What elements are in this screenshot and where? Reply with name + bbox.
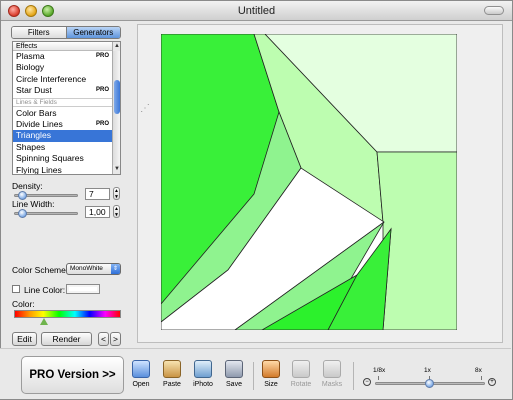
iphoto-icon xyxy=(194,360,212,378)
line-width-stepper[interactable]: ▲ ▼ xyxy=(113,205,120,218)
size-button[interactable]: Size xyxy=(256,360,286,388)
generator-list: Effects Plasma PRO Biology Circle Interfe… xyxy=(12,41,121,175)
previous-button[interactable]: < xyxy=(98,332,109,346)
toolbar-divider xyxy=(253,362,254,390)
preview-canvas[interactable] xyxy=(161,34,457,330)
list-separator-lines-fields: Lines & Fields xyxy=(13,97,112,107)
masks-button[interactable]: Masks xyxy=(317,360,347,388)
list-item-flying-lines[interactable]: Flying Lines xyxy=(13,164,112,175)
list-section-header: Effects xyxy=(13,42,112,51)
rotate-button[interactable]: Rotate xyxy=(286,360,316,388)
color-gradient-bar[interactable] xyxy=(14,310,121,318)
next-button[interactable]: > xyxy=(110,332,121,346)
save-icon xyxy=(225,360,243,378)
mode-segmented-control: Filters Generators xyxy=(11,26,121,39)
gradient-stop-marker[interactable] xyxy=(40,318,48,325)
size-icon xyxy=(262,360,280,378)
line-width-field[interactable]: 1,00 xyxy=(85,206,110,218)
color-scheme-label: Color Scheme: xyxy=(12,265,69,275)
list-item-divide-lines[interactable]: Divide Lines PRO xyxy=(13,119,112,130)
list-item-label: Color Bars xyxy=(16,107,57,118)
window-title: Untitled xyxy=(237,5,276,17)
list-scrollbar[interactable]: ▲ ▼ xyxy=(112,42,120,174)
line-width-label: Line Width: xyxy=(12,199,55,209)
tool-label: Masks xyxy=(321,381,343,388)
line-width-slider-knob[interactable] xyxy=(18,209,27,218)
list-item-triangles[interactable]: Triangles xyxy=(13,130,112,142)
color-label: Color: xyxy=(12,299,35,309)
zoom-max-label: 8x xyxy=(475,367,482,374)
splitter-grip-icon[interactable]: ⋰ xyxy=(140,103,150,114)
list-item-label: Circle Interference xyxy=(16,73,87,84)
paste-icon xyxy=(163,360,181,378)
zoom-min-label: 1/8x xyxy=(373,367,386,374)
list-item-label: Star Dust xyxy=(16,85,52,96)
zoom-tick xyxy=(481,376,482,380)
list-item-color-bars[interactable]: Color Bars xyxy=(13,108,112,119)
list-item-label: Biology xyxy=(16,62,45,73)
scroll-down-icon[interactable]: ▼ xyxy=(113,165,120,174)
scroll-up-icon[interactable]: ▲ xyxy=(113,42,120,51)
toolbar-divider xyxy=(353,362,354,390)
line-color-label: Line Color: xyxy=(24,285,66,295)
paste-button[interactable]: Paste xyxy=(157,360,187,388)
list-item-star-dust[interactable]: Star Dust PRO xyxy=(13,85,112,96)
tool-label: Save xyxy=(226,381,242,388)
zoom-mid-label: 1x xyxy=(424,367,431,374)
density-stepper[interactable]: ▲ ▼ xyxy=(113,187,120,200)
list-item-plasma[interactable]: Plasma PRO xyxy=(13,51,112,62)
tab-filters[interactable]: Filters xyxy=(12,27,66,38)
rotate-icon xyxy=(292,360,310,378)
list-item-spinning-squares[interactable]: Spinning Squares xyxy=(13,153,112,164)
iphoto-button[interactable]: iPhoto xyxy=(188,360,218,388)
tab-generators[interactable]: Generators xyxy=(65,27,120,38)
list-item-label: Triangles xyxy=(16,130,52,141)
title-bar[interactable]: Untitled xyxy=(1,1,512,21)
chevron-updown-icon: ⇕ xyxy=(111,264,120,274)
pro-badge: PRO xyxy=(95,120,109,127)
pro-badge: PRO xyxy=(95,53,109,59)
open-button[interactable]: Open xyxy=(126,360,156,388)
zoom-in-icon[interactable]: + xyxy=(488,378,496,386)
scroll-thumb[interactable] xyxy=(114,80,120,114)
density-label: Density: xyxy=(12,181,43,191)
list-item-label: Plasma xyxy=(16,51,45,61)
tool-label: Size xyxy=(264,381,278,388)
list-item-shapes[interactable]: Shapes xyxy=(13,142,112,153)
list-item-label: Divide Lines xyxy=(16,118,63,129)
masks-icon xyxy=(323,360,341,378)
zoom-slider-knob[interactable] xyxy=(425,379,434,388)
open-icon xyxy=(132,360,150,378)
render-button[interactable]: Render xyxy=(41,332,92,346)
zoom-tick xyxy=(378,376,379,380)
toolbar-toggle-button[interactable] xyxy=(484,6,504,15)
color-scheme-popup[interactable]: MonoWhite ⇕ xyxy=(66,263,121,275)
density-field[interactable]: 7 xyxy=(85,188,110,200)
line-color-well[interactable] xyxy=(66,284,100,294)
edit-button[interactable]: Edit xyxy=(12,332,37,346)
tool-label: iPhoto xyxy=(193,381,213,388)
list-item-label: Flying Lines xyxy=(16,164,62,175)
line-color-checkbox[interactable] xyxy=(12,285,20,293)
tool-label: Rotate xyxy=(290,381,312,388)
pro-version-button[interactable]: PRO Version >> xyxy=(21,356,124,394)
list-item-biology[interactable]: Biology xyxy=(13,62,112,73)
save-button[interactable]: Save xyxy=(219,360,249,388)
pro-badge: PRO xyxy=(95,87,109,94)
zoom-out-icon[interactable]: − xyxy=(363,378,371,386)
list-item-label: Shapes xyxy=(16,141,46,152)
list-item-label: Spinning Squares xyxy=(16,153,84,164)
list-item-circle-interference[interactable]: Circle Interference xyxy=(13,74,112,85)
color-scheme-value: MonoWhite xyxy=(70,265,103,272)
tool-label: Paste xyxy=(163,381,181,388)
tool-label: Open xyxy=(132,381,150,388)
